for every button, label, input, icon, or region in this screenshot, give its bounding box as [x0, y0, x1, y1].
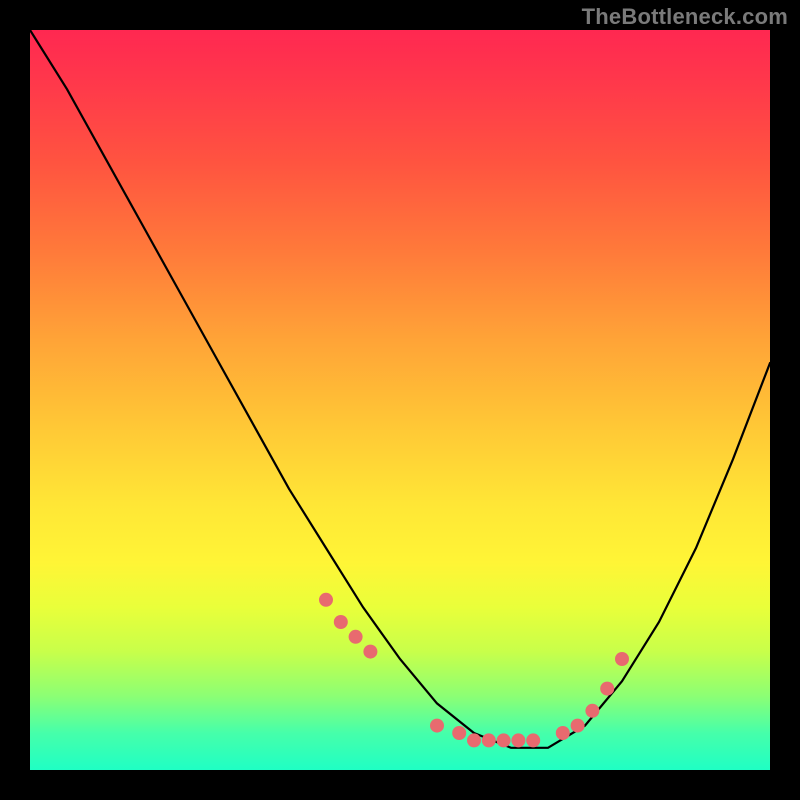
marker-dot — [556, 726, 570, 740]
marker-dot — [615, 652, 629, 666]
marker-dot — [571, 719, 585, 733]
chart-frame: TheBottleneck.com — [0, 0, 800, 800]
marker-dot — [497, 733, 511, 747]
watermark-text: TheBottleneck.com — [582, 4, 788, 30]
marker-dot — [511, 733, 525, 747]
marker-dot — [600, 682, 614, 696]
marker-dot — [526, 733, 540, 747]
bottleneck-curve — [30, 30, 770, 748]
marker-dot — [482, 733, 496, 747]
plot-area — [30, 30, 770, 770]
curve-svg — [30, 30, 770, 770]
marker-dot — [430, 719, 444, 733]
marker-dot — [319, 593, 333, 607]
marker-dot — [363, 645, 377, 659]
marker-dot — [585, 704, 599, 718]
marker-dots — [319, 593, 629, 748]
marker-dot — [349, 630, 363, 644]
marker-dot — [452, 726, 466, 740]
marker-dot — [334, 615, 348, 629]
marker-dot — [467, 733, 481, 747]
